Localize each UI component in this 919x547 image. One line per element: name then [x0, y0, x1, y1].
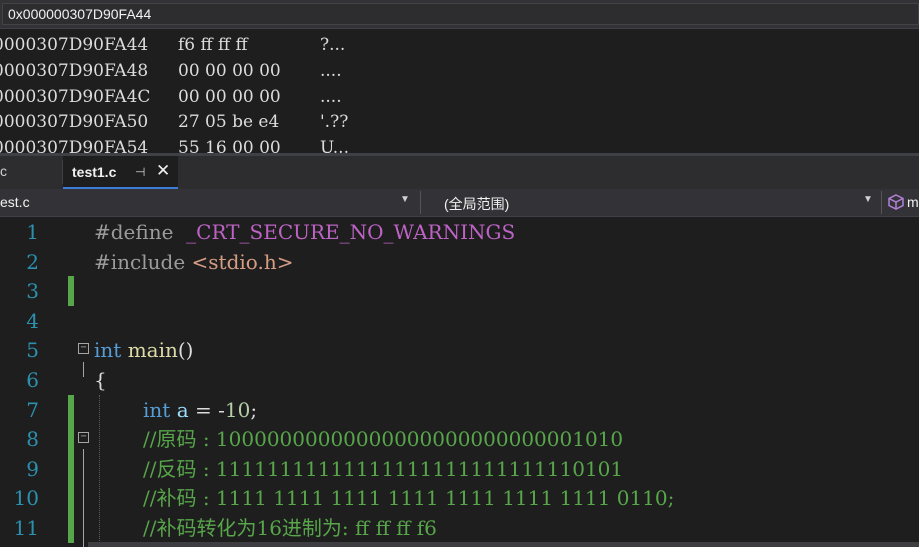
line-number: 4 [26, 308, 39, 333]
memory-ascii: '.?? [320, 112, 349, 132]
line-number: 9 [26, 456, 39, 481]
memory-ascii: U... [320, 138, 349, 153]
code-text: #include <stdio.h> [94, 247, 293, 277]
change-indicator [68, 424, 74, 454]
project-dropdown[interactable]: est.c [0, 194, 30, 210]
memory-ascii: .... [320, 61, 342, 81]
memory-bytes: f6 ff ff ff [178, 35, 248, 55]
memory-bytes: 55 16 00 00 [178, 138, 281, 153]
line-number: 2 [26, 249, 39, 274]
line-number: 1 [26, 220, 39, 244]
change-indicator [68, 513, 74, 543]
code-text: int main() [94, 335, 193, 365]
memory-address: 0000307D90FA50 [0, 112, 149, 132]
line-number: 8 [26, 427, 39, 452]
nav-divider [420, 191, 421, 214]
comment: //反码 : 11111111111111111111111111110101 [143, 456, 624, 481]
memory-address: 0000307D90FA4C [0, 87, 151, 107]
change-indicator [68, 276, 74, 306]
operator: = - [188, 397, 225, 422]
memory-ascii: .... [320, 87, 342, 107]
memory-row: 0000307D90FA54 55 16 00 00 U... [0, 135, 919, 153]
line-number: 6 [26, 368, 39, 392]
variable-name: a [176, 397, 189, 422]
code-line: 11 //补码转化为16进制为: ff ff ff f6 [0, 513, 919, 543]
comment: //原码 : 10000000000000000000000000001010 [143, 427, 624, 452]
comment: //补码转化为16进制为: ff ff ff f6 [143, 516, 437, 540]
chevron-down-icon[interactable]: ▼ [400, 194, 410, 205]
change-indicator [68, 483, 74, 513]
memory-bytes: 00 00 00 00 [178, 61, 281, 81]
memory-address: 0000307D90FA48 [0, 61, 149, 81]
code-text: #define _CRT_SECURE_NO_WARNINGS [94, 217, 515, 247]
line-number: 11 [13, 516, 39, 540]
horizontal-scrollbar[interactable] [88, 542, 919, 547]
memory-address-bar: 0x000000307D90FA44 [0, 0, 919, 29]
tab-test1-c[interactable]: test1.c ⊣ ✕ [63, 156, 178, 189]
code-line: 1 #define _CRT_SECURE_NO_WARNINGS [0, 217, 919, 247]
code-line: 8 − //原码 : 10000000000000000000000000001… [0, 424, 919, 454]
code-editor[interactable]: 1 #define _CRT_SECURE_NO_WARNINGS 2 #inc… [0, 217, 919, 547]
chevron-down-icon[interactable]: ▼ [863, 194, 873, 205]
collapse-icon[interactable]: − [78, 343, 89, 355]
memory-row: 0000307D90FA50 27 05 be e4 '.?? [0, 109, 919, 135]
code-text: { [94, 365, 107, 395]
comment: //补码 : 1111 1111 1111 1111 1111 1111 111… [143, 486, 675, 511]
collapse-icon[interactable]: − [78, 432, 89, 444]
preprocessor-directive: #define [94, 220, 174, 244]
memory-bytes: 00 00 00 00 [178, 87, 281, 107]
memory-ascii: ?... [320, 35, 346, 55]
code-line: 3 [0, 276, 919, 306]
code-text: int a = -10; [143, 395, 257, 425]
memory-view[interactable]: 0000307D90FA44 f6 ff ff ff ?... 0000307D… [0, 29, 919, 153]
code-line: 6 { [0, 365, 919, 395]
line-number: 7 [26, 397, 39, 422]
document-tab-strip: c test1.c ⊣ ✕ [0, 153, 919, 189]
memory-bytes: 27 05 be e4 [178, 112, 280, 132]
include-header: <stdio.h> [191, 249, 294, 274]
code-line: 5 − int main() [0, 335, 919, 365]
punctuation: () [177, 338, 194, 363]
tab-previous-file[interactable]: c [0, 163, 7, 179]
memory-address: 0000307D90FA44 [0, 35, 149, 55]
memory-address-input[interactable]: 0x000000307D90FA44 [2, 3, 919, 25]
scope-dropdown[interactable]: (全局范围) [444, 194, 509, 214]
navigation-bar: est.c ▼ (全局范围) ▼ m [0, 189, 919, 217]
function-name: main [127, 338, 178, 363]
pin-icon[interactable]: ⊣ [135, 165, 145, 179]
memory-row: 0000307D90FA48 00 00 00 00 .... [0, 58, 919, 84]
nav-divider [881, 191, 882, 214]
code-line: 4 [0, 306, 919, 336]
close-icon[interactable]: ✕ [156, 161, 170, 181]
change-indicator [68, 453, 74, 484]
keyword: int [94, 338, 122, 363]
memory-row: 0000307D90FA4C 00 00 00 00 .... [0, 84, 919, 110]
line-number: 3 [26, 279, 39, 304]
memory-address: 0000307D90FA54 [0, 138, 149, 153]
memory-row: 0000307D90FA44 f6 ff ff ff ?... [0, 32, 919, 58]
line-number: 5 [26, 338, 39, 363]
member-dropdown[interactable]: m [907, 194, 919, 210]
preprocessor-directive: #include [94, 249, 186, 274]
change-indicator [68, 394, 74, 425]
tab-label: test1.c [72, 164, 117, 180]
line-number: 10 [13, 486, 39, 511]
punctuation: ; [250, 397, 258, 422]
cube-icon [888, 194, 904, 210]
keyword: int [143, 397, 171, 422]
code-line: 9 //反码 : 1111111111111111111111111111010… [0, 453, 919, 484]
code-line: 2 #include <stdio.h> [0, 247, 919, 277]
number-literal: 10 [224, 397, 251, 422]
macro-name: _CRT_SECURE_NO_WARNINGS [186, 220, 516, 244]
brace: { [94, 368, 107, 392]
code-line: 7 int a = -10; [0, 394, 919, 425]
code-line: 10 //补码 : 1111 1111 1111 1111 1111 1111 … [0, 483, 919, 513]
